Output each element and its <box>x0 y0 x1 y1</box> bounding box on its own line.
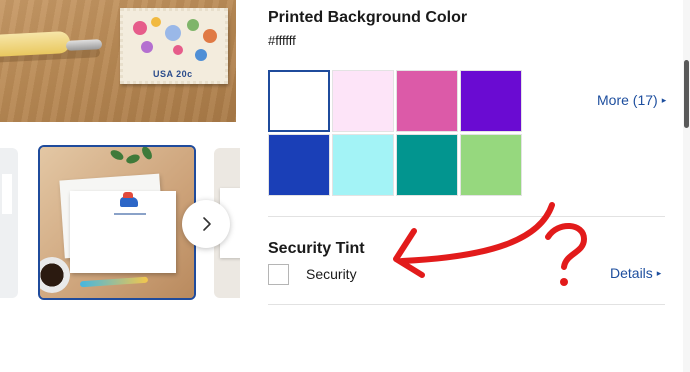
more-colors-link[interactable]: More (17) ▸ <box>597 92 666 108</box>
product-hero-image: USA 20c <box>0 0 236 122</box>
scrollbar-thumb[interactable] <box>684 60 689 128</box>
arrow-head <box>393 228 425 278</box>
pen-image <box>0 30 71 58</box>
color-swatch[interactable] <box>268 70 330 132</box>
color-swatch[interactable] <box>460 134 522 196</box>
gallery-thumbnail-selected[interactable] <box>38 145 196 300</box>
love-stamp-image: USA 20c <box>120 8 228 84</box>
color-swatch[interactable] <box>268 134 330 196</box>
caret-right-icon: ▸ <box>661 94 667 105</box>
section-divider <box>268 304 665 305</box>
car-illustration <box>120 192 138 207</box>
arrow-stroke <box>399 202 555 264</box>
question-mark-dot <box>560 278 568 286</box>
gallery-thumbnail-previous[interactable] <box>0 148 18 298</box>
color-swatch[interactable] <box>332 70 394 132</box>
security-checkbox-label[interactable]: Security <box>306 266 357 282</box>
gallery-next-button[interactable] <box>182 200 230 248</box>
stamp-label: USA 20c <box>153 69 193 79</box>
question-mark-curve <box>545 223 588 270</box>
more-colors-label: More (17) <box>597 92 658 108</box>
details-label: Details <box>610 265 653 281</box>
selected-color-hex: #ffffff <box>268 33 296 48</box>
chevron-right-icon <box>203 217 211 231</box>
scrollbar-track[interactable] <box>683 0 690 372</box>
printed-background-color-title: Printed Background Color <box>268 9 468 26</box>
caret-right-icon: ▸ <box>656 267 662 278</box>
stationery-card-image <box>70 191 176 273</box>
color-swatch[interactable] <box>396 70 458 132</box>
color-swatch[interactable] <box>332 134 394 196</box>
security-details-link[interactable]: Details ▸ <box>610 265 661 281</box>
color-swatch[interactable] <box>460 70 522 132</box>
color-swatch[interactable] <box>396 134 458 196</box>
hand-drawn-arrow-annotation <box>393 202 588 286</box>
security-tint-title: Security Tint <box>268 240 365 257</box>
color-swatch-grid <box>268 70 522 196</box>
security-checkbox[interactable] <box>268 264 289 285</box>
